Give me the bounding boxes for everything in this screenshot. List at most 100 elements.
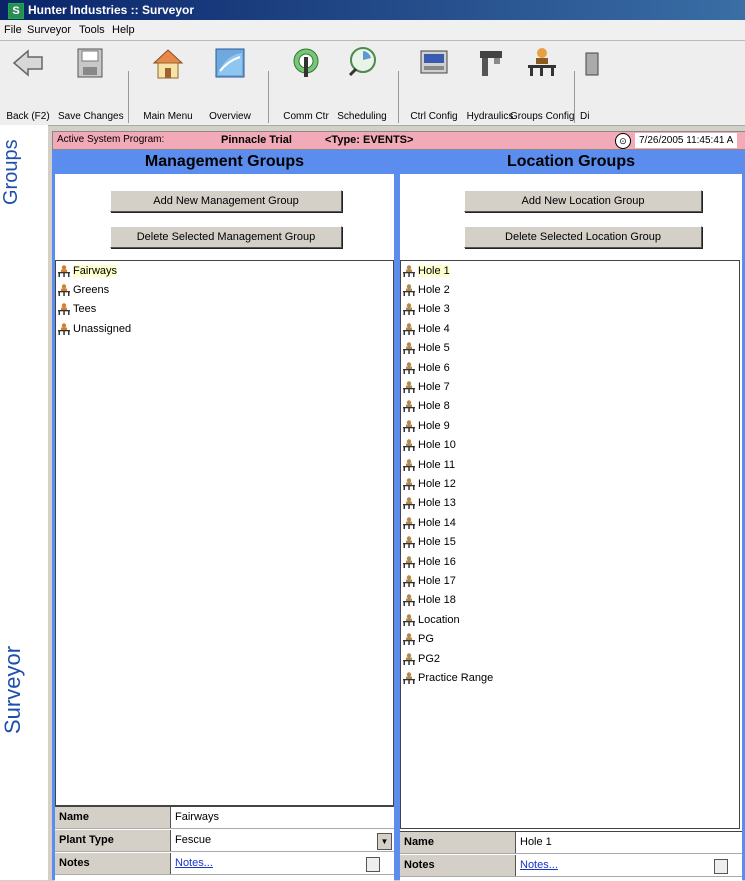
list-item-label: Hole 5 [418,342,450,355]
list-item[interactable]: Hole 10 [401,436,739,455]
list-item[interactable]: Location [401,610,739,629]
list-item[interactable]: Fairways [56,261,393,280]
list-item[interactable]: Hole 5 [401,339,739,358]
ctrl-config-button[interactable]: Ctrl Config [406,45,462,125]
active-program-label: Active System Program: [57,134,165,145]
list-item[interactable]: Hole 17 [401,571,739,590]
add-location-group-button[interactable]: Add New Location Group [464,190,702,212]
list-item-label: Location [418,613,460,626]
management-groups-list[interactable]: Fairways Greens Tees Unassigned [55,260,394,806]
list-item-label: Hole 14 [418,516,456,529]
group-icon [403,652,415,665]
list-item[interactable]: Hole 11 [401,455,739,474]
property-row-name: Name Hole 1 [400,832,742,854]
management-groups-panel: Management Groups Add New Management Gro… [52,150,397,881]
list-item[interactable]: Practice Range [401,668,739,687]
scheduling-button[interactable]: Scheduling [334,45,390,125]
menu-tools[interactable]: Tools [79,24,105,36]
window-title-bar[interactable]: S Hunter Industries :: Surveyor [0,0,745,20]
menu-bar: File Surveyor Tools Help [0,20,745,41]
list-item[interactable]: Unassigned [56,319,393,338]
diagnostics-button[interactable]: Di [580,45,604,125]
list-item[interactable]: Hole 8 [401,397,739,416]
main-menu-button[interactable]: Main Menu [140,45,196,125]
group-icon [403,323,415,335]
list-item-label: Fairways [73,264,118,277]
notes-edit-icon[interactable] [366,857,380,872]
group-icon [403,536,415,549]
list-item[interactable]: Tees [56,300,393,319]
toolbar-separator [268,71,269,123]
list-item-label: Hole 16 [418,555,456,568]
menu-help[interactable]: Help [112,24,135,36]
list-item[interactable]: PG [401,629,739,648]
group-icon [403,497,415,510]
list-item[interactable]: Hole 12 [401,474,739,493]
list-item[interactable]: Hole 4 [401,319,739,338]
list-item-label: Greens [73,284,110,297]
toolbar-separator [398,71,399,123]
app-logo-icon: S [8,3,24,19]
list-item[interactable]: Greens [56,280,393,299]
menu-file[interactable]: File [4,24,22,36]
list-item[interactable]: Hole 18 [401,591,739,610]
active-program-type: <Type: EVENTS> [325,134,414,146]
group-icon [403,400,415,413]
add-management-group-button[interactable]: Add New Management Group [110,190,342,212]
list-item[interactable]: Hole 13 [401,494,739,513]
group-icon [403,381,415,394]
list-item-label: Hole 8 [418,400,450,413]
toolbar: Back (F2) Save Changes Main Menu Overvie… [0,41,745,126]
location-groups-body: Add New Location Group Delete Selected L… [400,174,742,881]
back-button[interactable]: Back (F2) [0,45,56,125]
property-plant-type-value[interactable]: Fescue [175,830,211,851]
list-item-label: Hole 13 [418,497,456,510]
property-name-value[interactable]: Fairways [175,807,219,828]
comm-ctr-button[interactable]: Comm Ctr [278,45,334,125]
location-groups-list[interactable]: Hole 1 Hole 2 Hole 3 Hole 4 Hole 5 Hole 6 Hole… [400,260,740,829]
plant-type-dropdown-icon[interactable]: ▼ [377,833,392,850]
save-changes-button[interactable]: Save Changes [58,45,124,125]
list-item[interactable]: PG2 [401,649,739,668]
group-icon [403,478,415,490]
diagnostics-icon [585,52,599,76]
list-item[interactable]: Hole 6 [401,358,739,377]
list-item-label: Hole 4 [418,322,450,335]
delete-location-group-button[interactable]: Delete Selected Location Group [464,226,702,248]
list-item[interactable]: Hole 9 [401,416,739,435]
groups-config-button[interactable]: Groups Config [510,45,574,125]
diagnostics-label: Di [580,111,590,122]
active-program-bar: Active System Program: Pinnacle Trial <T… [52,131,745,150]
notes-edit-icon[interactable] [714,859,728,874]
property-row-name: Name Fairways [55,807,394,829]
list-item[interactable]: Hole 7 [401,377,739,396]
menu-surveyor[interactable]: Surveyor [27,24,71,36]
management-groups-title: Management Groups [144,153,305,170]
list-item[interactable]: Hole 15 [401,532,739,551]
list-item[interactable]: Hole 1 [401,261,739,280]
toolbar-separator [574,71,575,123]
floppy-disk-icon [77,48,103,78]
property-row-notes: Notes Notes... [400,855,742,877]
property-notes-link[interactable]: Notes... [175,853,213,874]
list-item-label: Hole 15 [418,536,456,549]
property-notes-label: Notes [400,855,516,876]
list-item[interactable]: Hole 14 [401,513,739,532]
clock-icon: ⊙ [615,133,631,149]
active-program-name: Pinnacle Trial [221,134,292,146]
group-icon [403,517,415,529]
sidebar-surveyor-label: Surveyor [0,645,25,735]
overview-button[interactable]: Overview [202,45,258,125]
list-item[interactable]: Hole 16 [401,552,739,571]
property-name-value[interactable]: Hole 1 [520,832,552,853]
list-item[interactable]: Hole 2 [401,280,739,299]
group-icon [403,594,415,607]
delete-management-group-button[interactable]: Delete Selected Management Group [110,226,342,248]
property-notes-link[interactable]: Notes... [520,855,558,876]
list-item[interactable]: Hole 3 [401,300,739,319]
back-arrow-icon [12,49,43,77]
property-name-label: Name [400,832,516,853]
list-item-label: Unassigned [73,322,132,335]
property-plant-type-label: Plant Type [55,830,171,851]
toolbar-separator [128,71,129,123]
